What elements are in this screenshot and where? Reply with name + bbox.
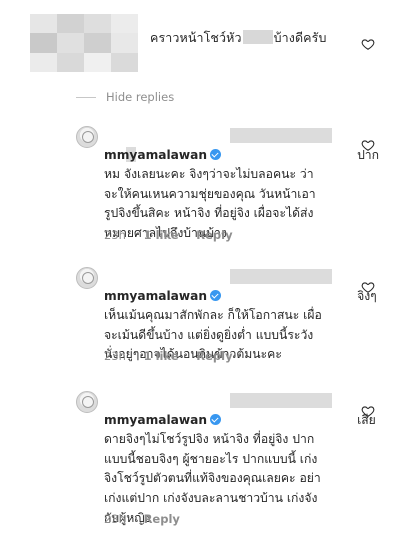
heart-outline-icon[interactable] <box>361 280 375 294</box>
reply-button[interactable]: Reply <box>196 228 232 242</box>
reply-button[interactable]: Reply <box>196 349 232 363</box>
reply-meta: 23h 1 like Reply <box>104 228 247 242</box>
reply-meta: 23h Reply <box>104 512 194 526</box>
reply-item: mmyamalawan เสีย ดายจิงๆไม่โชว์รูปจิง หน้… <box>76 391 376 531</box>
reply-text: mmyamalawan ปาก หม จังเลยนะคะ จิงๆว่าจะไม… <box>104 126 380 244</box>
parent-comment-text-after: บ้างดีครับ <box>273 30 327 45</box>
parent-comment-text: คราวหน้าโชว์หัว บ้างดีครับ <box>150 28 326 48</box>
username[interactable]: mmyamalawan <box>104 289 207 303</box>
avatar[interactable] <box>76 267 98 289</box>
pixelated-avatar[interactable] <box>30 14 138 72</box>
username[interactable]: mmyamalawan <box>104 148 207 162</box>
heart-outline-icon[interactable] <box>361 138 375 152</box>
timestamp: 23h <box>104 228 126 242</box>
verified-badge-icon <box>210 148 222 160</box>
avatar[interactable] <box>76 126 98 148</box>
heart-outline-icon[interactable] <box>361 37 375 51</box>
hide-replies-label: Hide replies <box>106 90 175 104</box>
reply-meta: 23h 1 like Reply <box>104 349 247 363</box>
divider-line <box>76 96 96 98</box>
like-count[interactable]: 1 like <box>144 228 179 242</box>
username[interactable]: mmyamalawan <box>104 413 207 427</box>
verified-badge-icon <box>210 289 222 301</box>
timestamp: 23h <box>104 349 126 363</box>
redaction-box <box>242 30 273 44</box>
reply-body: เสีย ดายจิงๆไม่โชว์รูปจิง หน้าจิง ที่อยู… <box>104 412 376 525</box>
reply-item: mmyamalawan จิงๆ เห็นเม้นคุณมาสักพักละ ก็… <box>76 267 377 367</box>
parent-comment-text-before: คราวหน้าโชว์หัว <box>150 30 242 45</box>
timestamp: 23h <box>104 512 126 526</box>
reply-text: mmyamalawan เสีย ดายจิงๆไม่โชว์รูปจิง หน้… <box>104 391 380 528</box>
heart-outline-icon[interactable] <box>361 404 375 418</box>
hide-replies-toggle[interactable]: Hide replies <box>76 89 174 105</box>
reply-button[interactable]: Reply <box>144 512 180 526</box>
verified-badge-icon <box>210 413 222 425</box>
avatar[interactable] <box>76 391 98 413</box>
reply-item: mmyamalawan ปาก หม จังเลยนะคะ จิงๆว่าจะไม… <box>76 126 379 246</box>
like-count[interactable]: 1 like <box>144 349 179 363</box>
